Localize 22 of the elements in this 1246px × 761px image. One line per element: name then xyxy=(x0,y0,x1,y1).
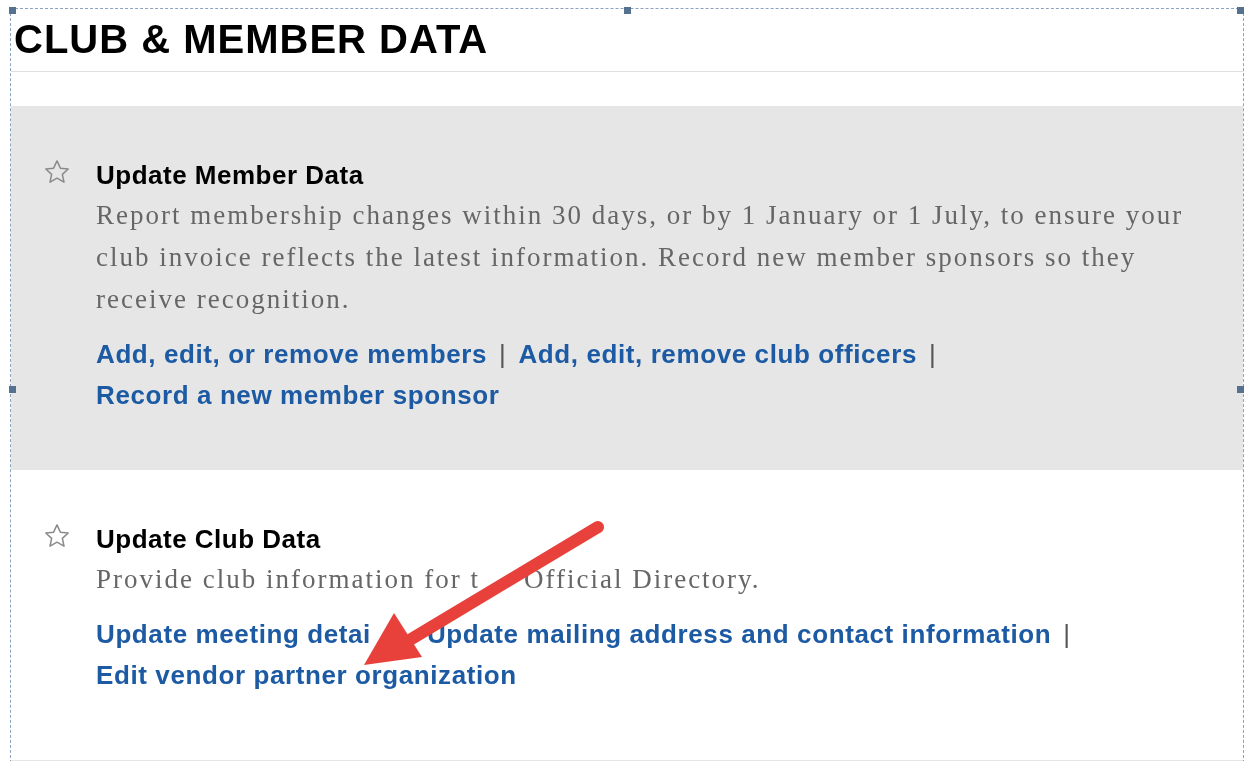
section-heading: Update Member Data xyxy=(96,159,365,192)
section-description: Provide club information for t xyxy=(96,564,480,594)
section-heading: Update Club Data xyxy=(96,523,322,556)
separator: | xyxy=(928,338,937,371)
star-icon[interactable] xyxy=(43,158,71,186)
link[interactable]: Add, edit, remove club officers xyxy=(518,334,917,375)
page-title: CLUB & MEMBER DATA xyxy=(11,9,1243,72)
separator: | xyxy=(499,338,507,371)
resize-handle[interactable] xyxy=(1237,386,1244,393)
link[interactable]: Update meeting detai xyxy=(96,614,371,655)
link[interactable]: Record a new member sponsor xyxy=(96,375,500,416)
section-description: Official Directory. xyxy=(523,564,761,594)
resize-handle[interactable] xyxy=(1237,7,1244,14)
resize-handle[interactable] xyxy=(9,386,16,393)
resize-handle[interactable] xyxy=(624,7,631,14)
resize-handle[interactable] xyxy=(9,7,16,14)
separator: | xyxy=(1063,618,1071,651)
section-description: Report membership changes within 30 days, or by 1 January or 1 July, to ensure your club invoice reflects the latest information. Record new member sponsors so they receive recognition. xyxy=(96,200,1184,314)
link[interactable]: Edit vendor partner organization xyxy=(96,655,517,696)
link[interactable]: Update mailing address and contact information xyxy=(426,614,1052,655)
star-icon[interactable] xyxy=(43,522,71,550)
link[interactable]: Add, edit, or remove members xyxy=(96,334,488,375)
